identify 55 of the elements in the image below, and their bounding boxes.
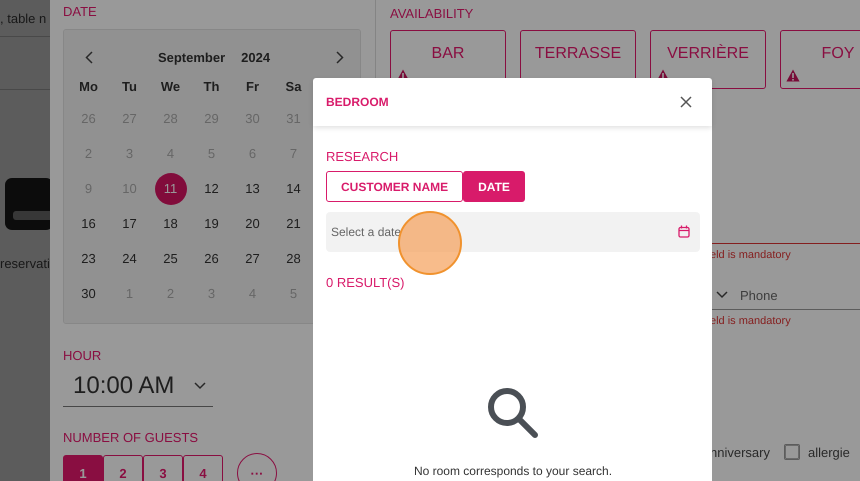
calendar-day[interactable]: 26 <box>196 242 228 274</box>
calendar-day[interactable]: 21 <box>278 208 310 240</box>
chevron-right-icon[interactable] <box>336 50 344 64</box>
calendar-day[interactable]: 17 <box>114 208 146 240</box>
hour-select[interactable]: 10:00 AM <box>63 366 213 407</box>
checkbox-label[interactable]: nniversary <box>710 444 770 460</box>
weekday-label: Fr <box>246 79 259 94</box>
calendar-day[interactable]: 18 <box>154 208 186 240</box>
section-label: RESEARCH <box>326 149 400 165</box>
dialog-title: BEDROOM <box>326 95 389 109</box>
calendar-day[interactable]: 30 <box>72 278 104 310</box>
calendar-day[interactable]: 16 <box>72 208 104 240</box>
section-label: AVAILABILITY <box>390 6 474 22</box>
calendar-day[interactable]: 12 <box>196 172 228 204</box>
close-icon[interactable] <box>680 96 692 108</box>
weekday-label: Mo <box>79 79 98 94</box>
guest-count-button[interactable]: 2 <box>103 455 143 481</box>
guest-count-button[interactable]: 1 <box>63 455 103 481</box>
checkbox-label[interactable]: allergie <box>808 444 850 460</box>
section-label: NUMBER OF GUESTS <box>63 430 200 446</box>
calendar-day[interactable]: 20 <box>236 208 268 240</box>
calendar-day[interactable]: 11 <box>154 172 186 204</box>
area-card[interactable]: VERRIÈRE <box>650 30 766 89</box>
chevron-down-icon <box>716 291 728 299</box>
search-mode-tab[interactable]: CUSTOMER NAME <box>326 171 464 202</box>
section-label: HOUR <box>63 348 102 364</box>
area-card[interactable]: FOY <box>780 30 860 89</box>
calendar-day[interactable]: 13 <box>236 172 268 204</box>
year-label[interactable]: 2024 <box>241 50 270 64</box>
results-count: 0 RESULT(S) <box>326 275 406 290</box>
section-label: DATE <box>63 4 98 20</box>
empty-state-text: reservati <box>0 256 50 271</box>
inbox-icon <box>5 178 53 230</box>
chevron-down-icon <box>194 382 206 390</box>
calendar-day[interactable]: 28 <box>278 242 310 274</box>
weekday-label: Th <box>204 79 220 94</box>
weekday-label: We <box>160 79 180 94</box>
guest-count-button[interactable]: 3 <box>143 455 183 481</box>
month-label[interactable]: September <box>158 50 226 64</box>
calendar-day[interactable]: 27 <box>236 242 268 274</box>
search-mode-tab[interactable]: DATE <box>463 171 525 202</box>
calendar-day[interactable]: 23 <box>72 242 104 274</box>
calendar-icon <box>678 225 690 238</box>
calendar-day[interactable]: 19 <box>196 208 228 240</box>
search-icon <box>486 386 540 440</box>
calendar-day[interactable]: 25 <box>154 242 186 274</box>
more-button[interactable]: ··· <box>237 453 277 481</box>
empty-state-text: No room corresponds to your search. <box>414 464 612 478</box>
calendar-day[interactable]: 24 <box>114 242 146 274</box>
guest-count-button[interactable]: 4 <box>183 455 223 481</box>
weekday-label: Sa <box>286 79 302 94</box>
weekday-label: Tu <box>122 79 137 94</box>
checkbox[interactable] <box>784 444 800 460</box>
calendar-day[interactable]: 14 <box>278 172 310 204</box>
chevron-left-icon[interactable] <box>84 50 92 64</box>
